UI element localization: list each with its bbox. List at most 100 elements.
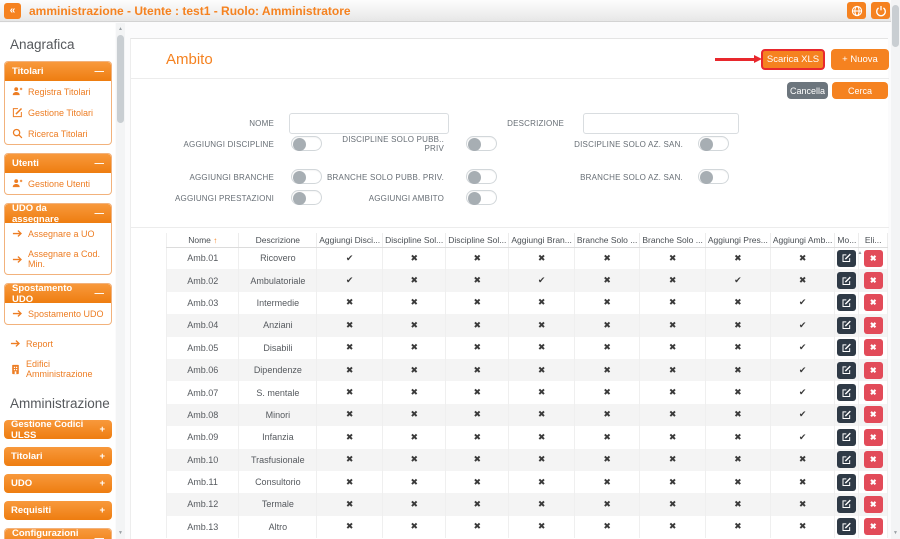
table-row-amb-13: Amb.13 Altro ✖ ✖ ✖ ✖ ✖ ✖ ✖ ✖ ✖: [165, 515, 888, 539]
column-header-aggiungi-amb-[interactable]: Aggiungi Amb...: [770, 233, 836, 248]
column-header-aggiungi-disci-[interactable]: Aggiungi Disci...: [316, 233, 384, 248]
sidebar-panel-header[interactable]: Requisiti +: [4, 501, 112, 520]
collapse-minus-icon[interactable]: —: [95, 288, 105, 299]
delete-row-button[interactable]: ✖: [863, 361, 883, 379]
column-header-descrizione[interactable]: Descrizione: [238, 233, 318, 248]
expand-plus-icon[interactable]: +: [99, 478, 105, 489]
sidebar-panel-header[interactable]: UDO da assegnare —: [5, 204, 111, 225]
column-header-mo-[interactable]: Mo...: [834, 233, 860, 248]
sidebar-item-assegnare-a-cod-min-[interactable]: Assegnare a Cod. Min.: [5, 244, 111, 274]
search-button[interactable]: Cerca: [832, 82, 888, 99]
sort-asc-icon: ↑: [213, 235, 218, 245]
edit-row-button[interactable]: [837, 384, 857, 402]
toggle-aggiungi-ambito[interactable]: [466, 190, 497, 205]
expand-plus-icon[interactable]: +: [99, 505, 105, 516]
sidebar-item-assegnare-a-uo[interactable]: Assegnare a UO: [5, 223, 111, 244]
sidebar-scrollbar-thumb[interactable]: [117, 35, 124, 123]
sidebar-panel-header[interactable]: Titolari +: [4, 447, 112, 466]
x-icon: ✖: [869, 477, 877, 487]
toggle-branche-solo-pubb-priv-[interactable]: [466, 169, 497, 184]
download-xls-button[interactable]: Scarica XLS: [761, 49, 825, 70]
toggle-branche-solo-az-san-[interactable]: [698, 169, 729, 184]
delete-row-button[interactable]: ✖: [863, 249, 883, 267]
page-scrollbar[interactable]: ▼: [891, 0, 900, 539]
delete-row-button[interactable]: ✖: [863, 339, 883, 357]
new-record-button[interactable]: + Nuova: [831, 49, 889, 70]
edit-row-button[interactable]: [837, 361, 857, 379]
sidebar-item-gestione-titolari[interactable]: Gestione Titolari: [5, 102, 111, 123]
edit-row-button[interactable]: [837, 518, 857, 536]
edit-row-button[interactable]: [837, 473, 857, 491]
sidebar-item-report[interactable]: Report: [3, 333, 115, 354]
edit-row-button[interactable]: [837, 406, 857, 424]
toggle-discipline-solo-az-san-[interactable]: [698, 136, 729, 151]
edit-row-button[interactable]: [837, 294, 857, 312]
collapse-minus-icon[interactable]: —: [95, 208, 105, 219]
sidebar-item-spostamento-udo[interactable]: Spostamento UDO: [5, 303, 111, 324]
toggle-discipline-solo-pubb-[interactable]: [466, 136, 497, 151]
cross-icon: ✖: [382, 314, 447, 337]
scroll-up-icon[interactable]: ▲: [856, 250, 864, 256]
sidebar-panel-header[interactable]: Gestione Codici ULSS +: [4, 420, 112, 439]
column-header-discipline-sol-[interactable]: Discipline Sol...: [445, 233, 510, 248]
scroll-up-icon[interactable]: ▲: [116, 26, 125, 32]
collapse-minus-icon[interactable]: —: [95, 158, 105, 169]
clear-filters-button[interactable]: Cancella: [787, 82, 828, 99]
toggle-label: DISCIPLINE SOLO AZ. SAN.: [574, 140, 683, 149]
collapse-minus-icon[interactable]: —: [95, 66, 105, 77]
cross-icon: ✖: [639, 336, 706, 359]
sidebar-panel-header[interactable]: UDO +: [4, 474, 112, 493]
expand-plus-icon[interactable]: +: [99, 451, 105, 462]
edit-row-button[interactable]: [837, 495, 857, 513]
table-scrollbar[interactable]: ▲: [856, 248, 864, 539]
x-icon: ✖: [869, 388, 877, 398]
edit-row-button[interactable]: [837, 451, 857, 469]
delete-row-button[interactable]: ✖: [863, 451, 883, 469]
logout-power-button[interactable]: [871, 2, 890, 19]
sidebar-item-label: Gestione Utenti: [28, 178, 91, 189]
delete-row-button[interactable]: ✖: [863, 428, 883, 446]
descrizione-input[interactable]: [583, 113, 739, 134]
sidebar-panel-header[interactable]: Spostamento UDO —: [5, 284, 111, 305]
page-scrollbar-thumb[interactable]: [892, 5, 899, 47]
collapse-minus-icon[interactable]: —: [95, 533, 105, 539]
sidebar-panel-header[interactable]: Configurazioni UDO —: [5, 529, 111, 539]
expand-plus-icon[interactable]: +: [99, 424, 105, 435]
sidebar-item-registra-titolari[interactable]: Registra Titolari: [5, 81, 111, 102]
edit-row-button[interactable]: [837, 272, 857, 290]
delete-row-button[interactable]: ✖: [863, 473, 883, 491]
delete-row-button[interactable]: ✖: [863, 406, 883, 424]
column-header-aggiungi-bran-[interactable]: Aggiungi Bran...: [508, 233, 575, 248]
sidebar-item-gestione-utenti[interactable]: Gestione Utenti: [5, 173, 111, 194]
sidebar-panel-header[interactable]: Titolari —: [5, 62, 111, 81]
cross-icon: ✖: [508, 381, 575, 404]
column-header-nome[interactable]: Nome ↑: [165, 233, 240, 248]
user-icon: [12, 178, 23, 189]
delete-row-button[interactable]: ✖: [863, 495, 883, 513]
divider: [131, 78, 889, 79]
column-header-branche-solo-[interactable]: Branche Solo ...: [639, 233, 706, 248]
delete-row-button[interactable]: ✖: [863, 316, 883, 334]
edit-row-button[interactable]: [837, 428, 857, 446]
nome-input[interactable]: [289, 113, 449, 134]
column-header-branche-solo-[interactable]: Branche Solo ...: [574, 233, 641, 248]
edit-row-button[interactable]: [837, 339, 857, 357]
sidebar-item-ricerca-titolari[interactable]: Ricerca Titolari: [5, 123, 111, 144]
column-header-aggiungi-pres-[interactable]: Aggiungi Pres...: [705, 233, 771, 248]
delete-row-button[interactable]: ✖: [863, 518, 883, 536]
sidebar-item-edifici-amministrazione[interactable]: Edifici Amministrazione: [3, 354, 115, 384]
scroll-down-icon[interactable]: ▼: [891, 530, 900, 536]
delete-row-button[interactable]: ✖: [863, 294, 883, 312]
edit-row-button[interactable]: [837, 316, 857, 334]
cross-icon: ✖: [705, 470, 771, 494]
delete-row-button[interactable]: ✖: [863, 272, 883, 290]
sidebar-collapse-button[interactable]: «: [4, 2, 21, 19]
language-globe-button[interactable]: [847, 2, 866, 19]
scroll-down-icon[interactable]: ▼: [116, 530, 125, 536]
sidebar-panel-header[interactable]: Utenti —: [5, 154, 111, 173]
sidebar-scrollbar[interactable]: ▲ ▼: [116, 23, 125, 539]
delete-row-button[interactable]: ✖: [863, 384, 883, 402]
column-header-eli-[interactable]: Eli...: [858, 233, 888, 248]
column-header-discipline-sol-[interactable]: Discipline Sol...: [382, 233, 447, 248]
edit-row-button[interactable]: [837, 249, 857, 267]
